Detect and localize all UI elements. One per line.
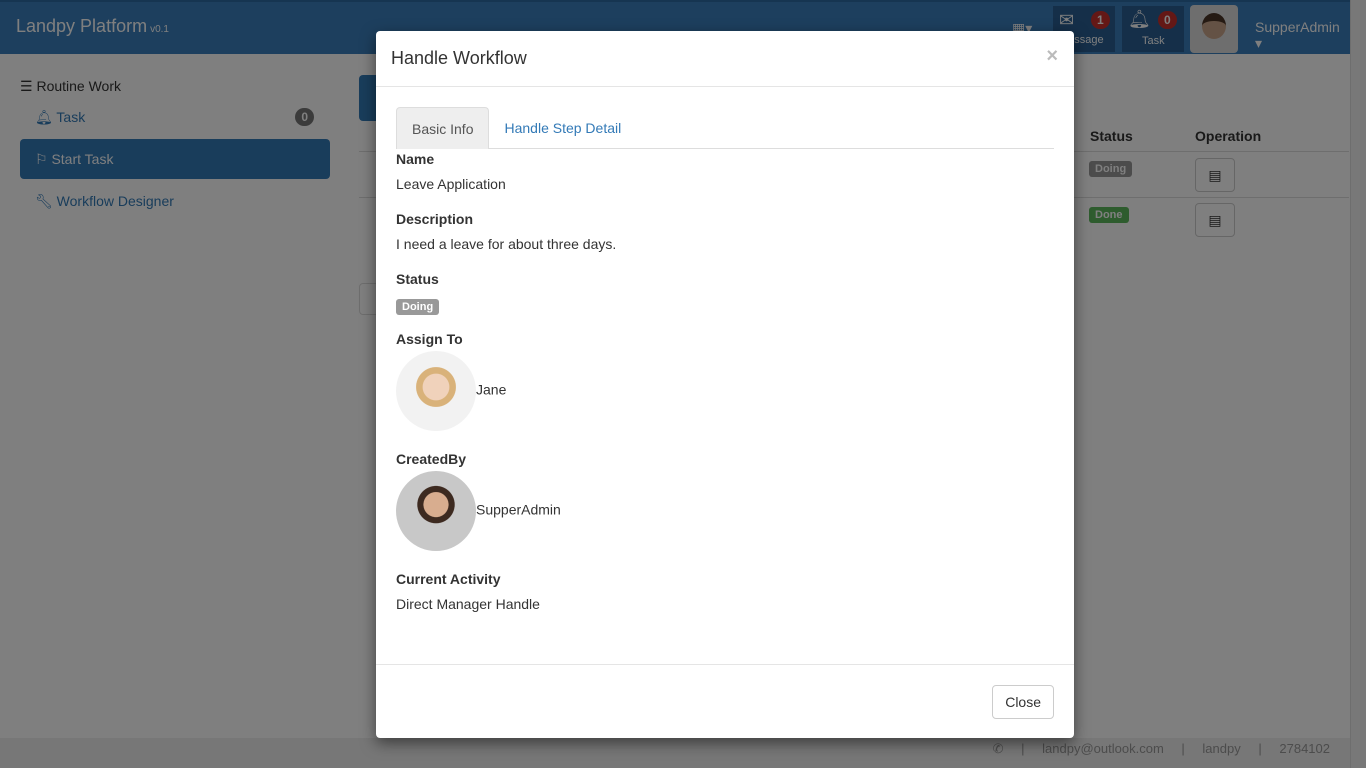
- modal-tabs: Basic Info Handle Step Detail: [396, 107, 1054, 149]
- assignee-name: Jane: [476, 381, 507, 398]
- tab-handle-step-detail[interactable]: Handle Step Detail: [489, 107, 636, 149]
- current-activity-value: Direct Manager Handle: [396, 596, 540, 612]
- description-label: Description: [396, 211, 474, 227]
- creator-avatar: [396, 471, 476, 551]
- assign-to-label: Assign To: [396, 331, 463, 347]
- created-by-label: CreatedBy: [396, 451, 467, 467]
- assignee-avatar: [396, 351, 476, 431]
- status-badge: Doing: [396, 299, 440, 315]
- tab-basic-info[interactable]: Basic Info: [396, 107, 490, 149]
- creator-name: SupperAdmin: [476, 501, 561, 518]
- handle-workflow-modal: Handle Workflow × Basic Info Handle Step…: [376, 31, 1074, 738]
- current-activity-label: Current Activity: [396, 571, 501, 587]
- modal-header: Handle Workflow ×: [376, 31, 1074, 87]
- modal-title: Handle Workflow: [391, 48, 527, 68]
- name-value: Leave Application: [396, 176, 506, 192]
- basic-info-panel: Name Leave Application Description I nee…: [396, 151, 616, 631]
- close-icon[interactable]: ×: [1046, 45, 1058, 68]
- description-value: I need a leave for about three days.: [396, 236, 617, 252]
- close-button[interactable]: Close: [992, 685, 1054, 719]
- status-label: Status: [396, 271, 439, 287]
- name-label: Name: [396, 151, 435, 167]
- modal-footer: Close: [376, 664, 1074, 738]
